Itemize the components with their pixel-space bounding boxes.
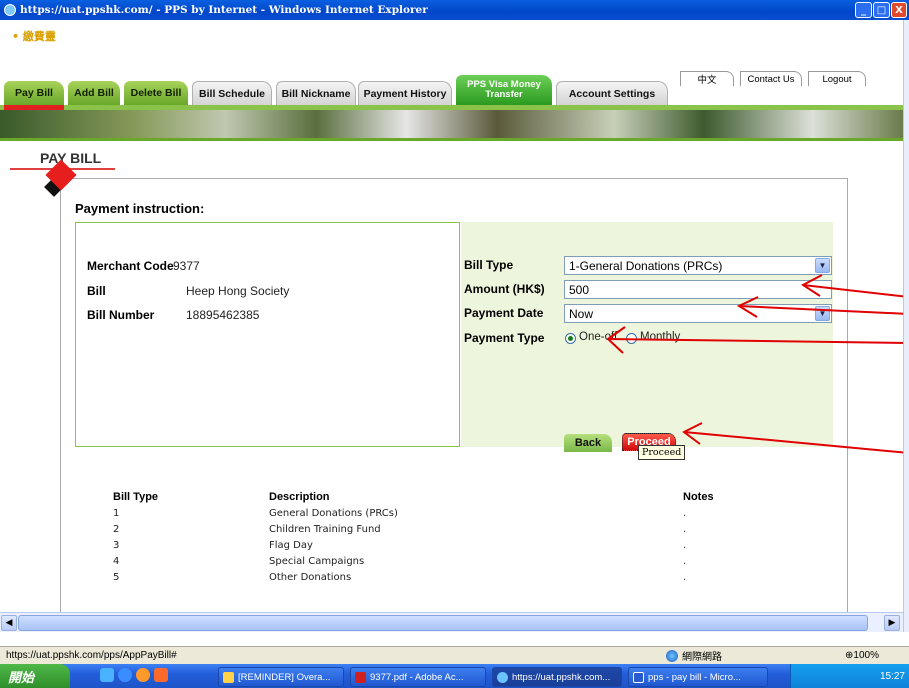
tab-account-settings[interactable]: Account Settings	[556, 81, 668, 105]
media-icon[interactable]	[136, 668, 150, 682]
merchant-code-label: Merchant Code	[87, 259, 174, 273]
task-reminder[interactable]: [REMINDER] Overa...	[218, 667, 344, 687]
table-cell-notes: .	[683, 556, 687, 567]
tab-pps-visa-money-transfer[interactable]: PPS Visa Money Transfer	[456, 75, 552, 105]
task-pdf[interactable]: 9377.pdf - Adobe Ac...	[350, 667, 486, 687]
security-zone: 網際網路	[666, 648, 722, 663]
notes-header: Notes	[683, 491, 714, 503]
scroll-right-icon[interactable]: ▶	[884, 615, 900, 631]
table-cell-description: Special Campaigns	[269, 556, 365, 567]
ie-icon	[497, 671, 508, 683]
bill-type-value: 1-General Donations (PRCs)	[569, 258, 723, 273]
system-tray: 15:27	[790, 664, 909, 688]
bill-type-label: Bill Type	[464, 258, 514, 272]
one-off-label[interactable]: One-off	[579, 331, 617, 343]
bill-value: Heep Hong Society	[186, 284, 290, 298]
banner-divider	[0, 138, 903, 141]
app-icon[interactable]	[154, 668, 168, 682]
horizontal-scrollbar[interactable]: ◀ ▶	[0, 612, 903, 632]
tab-bill-schedule[interactable]: Bill Schedule	[192, 81, 272, 105]
task-word[interactable]: pps - pay bill - Micro...	[628, 667, 768, 687]
task-ie[interactable]: https://uat.ppshk.com...	[492, 667, 622, 687]
logo-strip: • 繳費靈	[0, 20, 903, 70]
payment-date-select[interactable]: Now ▼	[564, 304, 832, 323]
payment-date-value: Now	[569, 306, 594, 321]
proceed-tooltip: Proceed	[638, 445, 686, 460]
close-button[interactable]: X	[891, 2, 907, 18]
pdf-icon	[355, 671, 366, 683]
amount-input[interactable]: 500	[564, 280, 832, 299]
table-cell-description: Other Donations	[269, 572, 352, 583]
table-cell-type: 4	[113, 556, 120, 567]
clock: 15:27	[879, 670, 905, 682]
maximize-button[interactable]: □	[873, 2, 890, 18]
pps-logo-text: • 繳費靈	[12, 30, 56, 43]
table-cell-notes: .	[683, 524, 687, 535]
chevron-down-icon[interactable]: ▼	[815, 258, 830, 273]
payment-date-label: Payment Date	[464, 306, 544, 320]
status-url: https://uat.ppshk.com/pps/AppPayBill#	[6, 650, 177, 661]
ie-quicklaunch-icon[interactable]	[118, 668, 132, 682]
description-header: Description	[269, 491, 330, 503]
vertical-scrollbar[interactable]	[903, 20, 909, 632]
bill-type-select[interactable]: 1-General Donations (PRCs) ▼	[564, 256, 832, 275]
window-title-bar: https://uat.ppshk.com/ - PPS by Internet…	[0, 0, 909, 20]
zone-label: 網際網路	[682, 652, 722, 663]
task-label: [REMINDER] Overa...	[238, 671, 331, 683]
table-cell-description: General Donations (PRCs)	[269, 508, 398, 519]
bill-number-value: 18895462385	[186, 308, 260, 322]
tab-bill-nickname[interactable]: Bill Nickname	[276, 81, 356, 105]
instruction-title: Payment instruction:	[75, 201, 205, 216]
task-label: 9377.pdf - Adobe Ac...	[370, 671, 464, 683]
globe-icon	[666, 649, 678, 662]
table-cell-description: Children Training Fund	[269, 524, 381, 535]
amount-label: Amount (HK$)	[464, 282, 545, 296]
tab-payment-history[interactable]: Payment History	[358, 81, 452, 105]
monthly-label[interactable]: Monthly	[640, 331, 680, 343]
logout-link[interactable]: Logout	[808, 71, 866, 86]
tab-add-bill[interactable]: Add Bill	[68, 81, 120, 105]
start-button[interactable]: 開始	[0, 664, 70, 688]
desktop-icon[interactable]	[100, 668, 114, 682]
chinese-link[interactable]: 中文	[680, 71, 734, 86]
scroll-thumb[interactable]	[18, 615, 868, 631]
table-cell-type: 5	[113, 572, 120, 583]
page-title: PAY BILL	[40, 150, 102, 166]
payment-form-panel: Bill Type 1-General Donations (PRCs) ▼ A…	[461, 222, 833, 447]
payment-type-label: Payment Type	[464, 331, 545, 345]
one-off-radio[interactable]	[565, 333, 576, 344]
status-bar: https://uat.ppshk.com/pps/AppPayBill# 網際…	[0, 646, 909, 664]
ie-icon	[4, 4, 16, 16]
tab-delete-bill[interactable]: Delete Bill	[124, 81, 188, 105]
tab-pay-bill[interactable]: Pay Bill	[4, 81, 64, 105]
mail-icon	[223, 671, 234, 683]
table-cell-description: Flag Day	[269, 540, 313, 551]
task-label: pps - pay bill - Micro...	[648, 671, 741, 683]
word-icon	[633, 671, 644, 683]
nav-tabs: 中文 Contact Us Logout Pay Bill Add Bill D…	[0, 71, 903, 105]
contact-us-link[interactable]: Contact Us	[740, 71, 802, 86]
bill-number-label: Bill Number	[87, 308, 155, 322]
table-cell-notes: .	[683, 508, 687, 519]
table-cell-notes: .	[683, 540, 687, 551]
table-cell-type: 1	[113, 508, 120, 519]
bill-label: Bill	[87, 284, 106, 298]
chevron-down-icon[interactable]: ▼	[815, 306, 830, 321]
bill-type-header: Bill Type	[113, 491, 159, 503]
scroll-left-icon[interactable]: ◀	[1, 615, 17, 631]
task-label: https://uat.ppshk.com...	[512, 671, 611, 683]
table-cell-notes: .	[683, 572, 687, 583]
zoom-level[interactable]: ⊕100%	[845, 650, 879, 661]
merchant-code-value: 9377	[173, 259, 200, 273]
pine-banner-image	[0, 110, 903, 138]
table-cell-type: 2	[113, 524, 120, 535]
content-bottom-gap	[0, 632, 909, 646]
monthly-radio[interactable]	[626, 333, 637, 344]
window-title: https://uat.ppshk.com/ - PPS by Internet…	[20, 4, 428, 16]
back-button[interactable]: Back	[564, 434, 612, 452]
minimize-button[interactable]: _	[855, 2, 872, 18]
bill-summary-panel: Merchant Code 9377 Bill Heep Hong Societ…	[75, 222, 460, 447]
table-cell-type: 3	[113, 540, 120, 551]
